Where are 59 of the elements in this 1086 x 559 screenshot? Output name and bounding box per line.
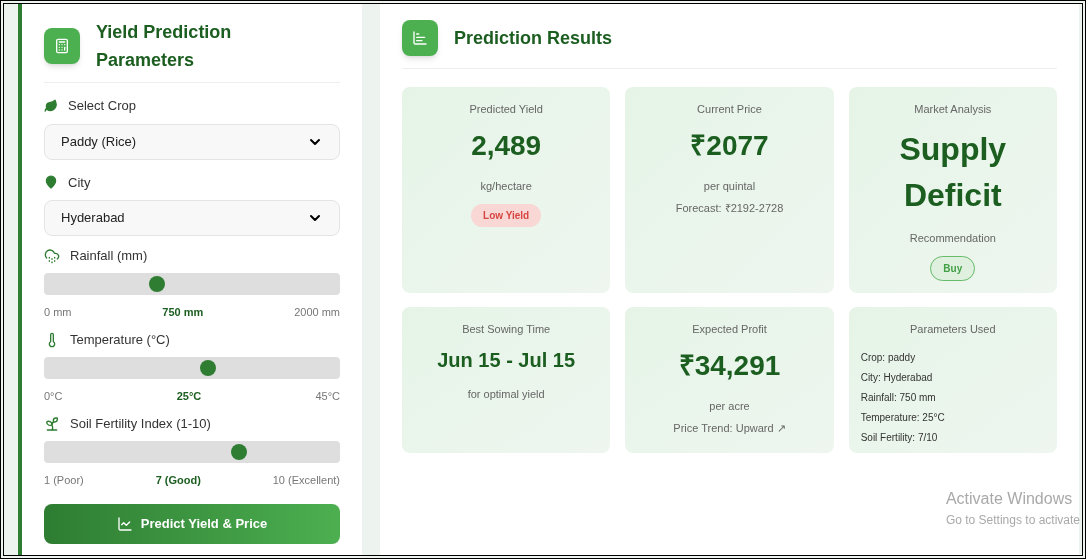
rain-cloud-icon <box>44 247 60 264</box>
slider-thumb[interactable] <box>199 359 216 376</box>
calculator-icon <box>44 28 80 64</box>
card-caption: per acre <box>709 398 750 414</box>
card-caption: per quintal <box>703 178 756 194</box>
field-label: Rainfall (mm) <box>70 247 148 265</box>
field-label: Soil Fertility Index (1-10) <box>70 415 211 433</box>
field-label: Select Crop <box>68 97 136 115</box>
slider-thumb[interactable] <box>230 443 247 460</box>
dropdown-field[interactable]: Paddy (Rice) <box>44 123 340 160</box>
card-caption: for optimal yield <box>467 386 545 402</box>
card-value: ₹2077 <box>690 128 769 163</box>
card-label: Market Analysis <box>914 102 992 117</box>
slider-track[interactable] <box>44 272 340 295</box>
card-label: Expected Profit <box>692 322 767 337</box>
slider-thumb[interactable] <box>149 275 165 292</box>
slider-track[interactable] <box>44 356 340 379</box>
card-label: Predicted Yield <box>469 102 543 117</box>
chart-line-icon <box>116 516 133 532</box>
panel-title: Prediction Results <box>454 26 613 50</box>
sprout-icon <box>44 415 60 432</box>
parameter-line: Crop: paddy <box>860 350 917 365</box>
parameter-line: City: Hyderabad <box>860 370 934 385</box>
activation-notice-text: Go to Settings to activate <box>945 512 1080 529</box>
slider-value: 7 (Good) <box>155 472 201 488</box>
card-value: 2,489 <box>471 128 542 163</box>
range-max: 10 (Excellent) <box>272 472 340 488</box>
slider-value: 25°C <box>176 388 202 404</box>
leaf-icon <box>44 98 58 113</box>
field-label: City <box>68 173 91 192</box>
status-badge: Buy <box>930 256 976 281</box>
card-value: Jun 15 - Jul 15 <box>437 347 576 373</box>
activation-notice-title: Activate Windows <box>945 489 1074 509</box>
slider-track[interactable] <box>44 440 340 463</box>
card-caption: Recommendation <box>909 230 996 246</box>
range-max: 2000 mm <box>294 304 340 320</box>
range-min: 0 mm <box>44 304 72 320</box>
slider-value: 750 mm <box>162 304 204 320</box>
card-caption: kg/hectare <box>480 178 532 194</box>
parameter-line: Soil Fertility: 7/10 <box>860 430 939 445</box>
card-label: Best Sowing Time <box>462 322 551 337</box>
card-value: Supply Deficit <box>898 129 1008 215</box>
predict-button[interactable]: Predict Yield & Price <box>44 504 340 544</box>
parameter-line: Temperature: 25°C <box>860 410 945 425</box>
location-pin-icon <box>44 175 58 190</box>
dropdown-field[interactable]: Hyderabad <box>44 200 340 236</box>
range-min: 0°C <box>44 388 63 404</box>
bar-chart-icon <box>402 20 438 56</box>
card-caption: Price Trend: Upward ↗ <box>673 421 786 436</box>
field-label: Temperature (°C) <box>70 331 170 349</box>
card-label: Current Price <box>697 102 762 117</box>
range-min: 1 (Poor) <box>44 472 84 488</box>
parameter-line: Rainfall: 750 mm <box>860 390 937 405</box>
status-badge: Low Yield <box>471 204 542 227</box>
panel-title: Yield Prediction Parameters <box>96 21 233 72</box>
range-max: 45°C <box>315 388 340 404</box>
card-label: Parameters Used <box>910 322 996 337</box>
card-value: ₹34,291 <box>678 348 781 383</box>
card-caption: Forecast: ₹2192-2728 <box>675 201 784 216</box>
